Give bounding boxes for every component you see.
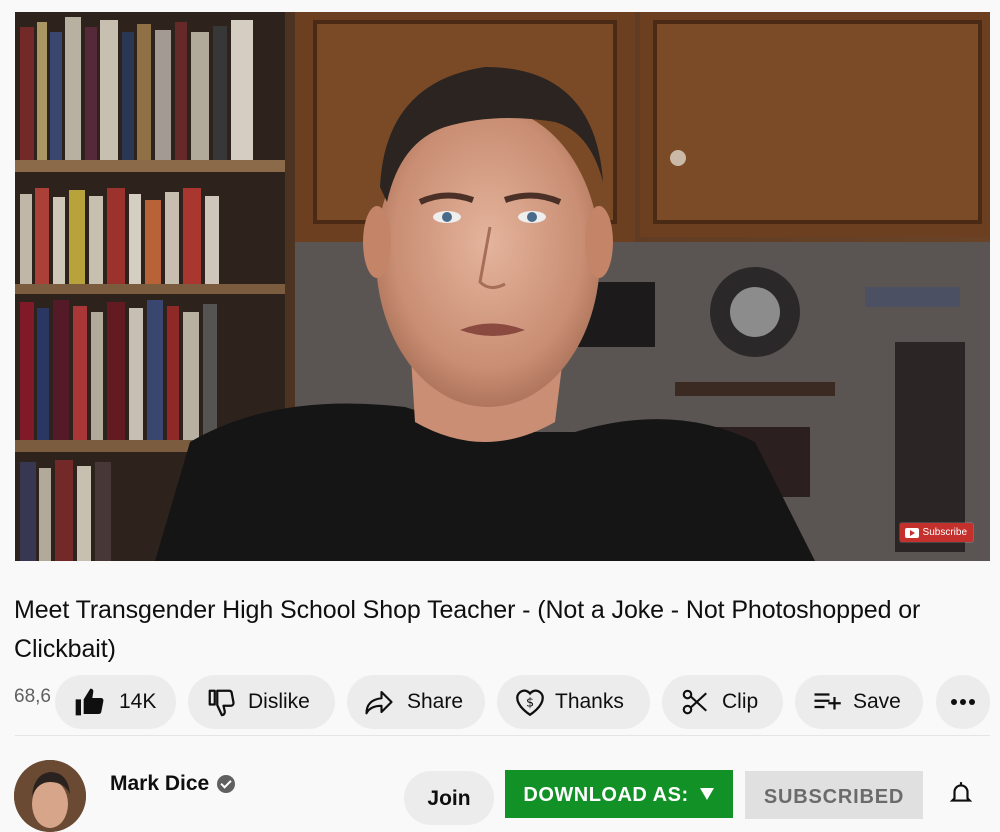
subscribe-watermark[interactable]: Subscribe xyxy=(899,523,973,542)
channel-name-label: Mark Dice xyxy=(110,772,210,795)
download-as-button[interactable]: DOWNLOAD AS: xyxy=(505,770,733,818)
join-label: Join xyxy=(427,787,471,810)
thanks-label: Thanks xyxy=(555,690,624,713)
save-button[interactable]: Save xyxy=(795,675,923,729)
dislike-button[interactable]: Dislike xyxy=(188,675,335,729)
dislike-icon xyxy=(208,689,235,717)
channel-name[interactable]: Mark Dice xyxy=(110,772,236,796)
view-count: 68,6 xyxy=(14,686,51,707)
divider xyxy=(15,735,990,736)
thanks-icon: $ xyxy=(516,689,544,717)
share-button[interactable]: Share xyxy=(347,675,485,729)
video-player[interactable]: Subscribe xyxy=(15,12,990,561)
download-label: DOWNLOAD AS: xyxy=(523,784,689,806)
like-button[interactable]: 14K xyxy=(55,675,176,729)
join-button[interactable]: Join xyxy=(404,771,494,825)
save-icon xyxy=(814,693,841,710)
subscribe-watermark-label: Subscribe xyxy=(922,527,967,538)
more-actions-button[interactable] xyxy=(936,675,990,729)
subscribed-button[interactable]: SUBSCRIBED xyxy=(745,771,923,819)
clip-button[interactable]: Clip xyxy=(662,675,783,729)
more-icon xyxy=(951,699,975,705)
clip-label: Clip xyxy=(722,690,759,713)
like-icon xyxy=(75,688,104,716)
svg-text:$: $ xyxy=(526,695,534,710)
dropdown-arrow-icon xyxy=(699,788,714,800)
clip-icon xyxy=(682,689,707,715)
like-count: 14K xyxy=(119,690,157,713)
share-label: Share xyxy=(407,690,464,713)
youtube-logo-icon xyxy=(904,527,919,538)
dislike-label: Dislike xyxy=(248,690,310,713)
video-frame xyxy=(15,12,990,561)
verified-icon xyxy=(217,775,236,793)
bell-icon[interactable] xyxy=(948,780,974,806)
video-title: Meet Transgender High School Shop Teache… xyxy=(14,596,921,663)
share-icon xyxy=(365,690,393,715)
avatar-image xyxy=(14,760,86,832)
save-label: Save xyxy=(853,690,901,713)
channel-avatar[interactable] xyxy=(14,760,86,832)
subscribed-label: SUBSCRIBED xyxy=(763,786,905,808)
thanks-button[interactable]: $ Thanks xyxy=(497,675,650,729)
